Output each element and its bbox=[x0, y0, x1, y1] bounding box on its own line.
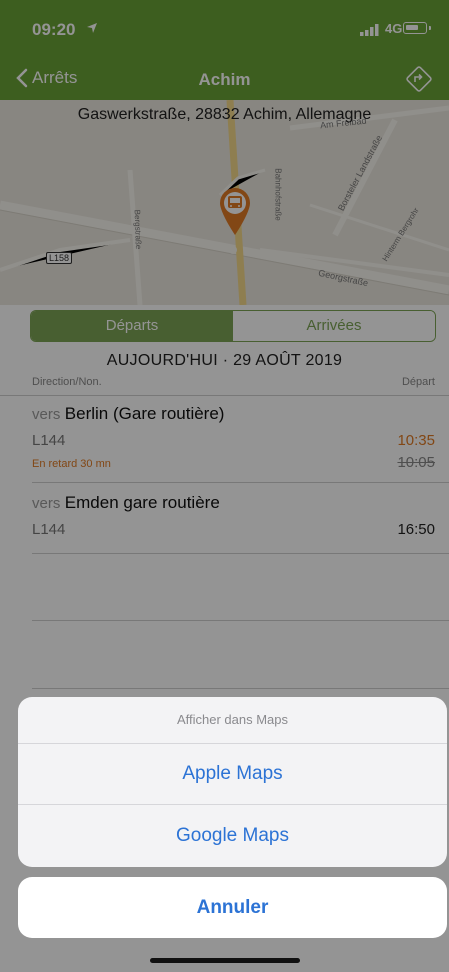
action-sheet-title: Afficher dans Maps bbox=[176, 712, 289, 727]
apple-maps-button[interactable]: Apple Maps bbox=[18, 744, 447, 804]
google-maps-button[interactable]: Google Maps bbox=[18, 805, 447, 867]
home-indicator[interactable] bbox=[150, 958, 300, 963]
cancel-button[interactable]: Annuler bbox=[18, 877, 447, 938]
action-sheet: Afficher dans Maps Apple Maps Google Map… bbox=[18, 697, 447, 867]
